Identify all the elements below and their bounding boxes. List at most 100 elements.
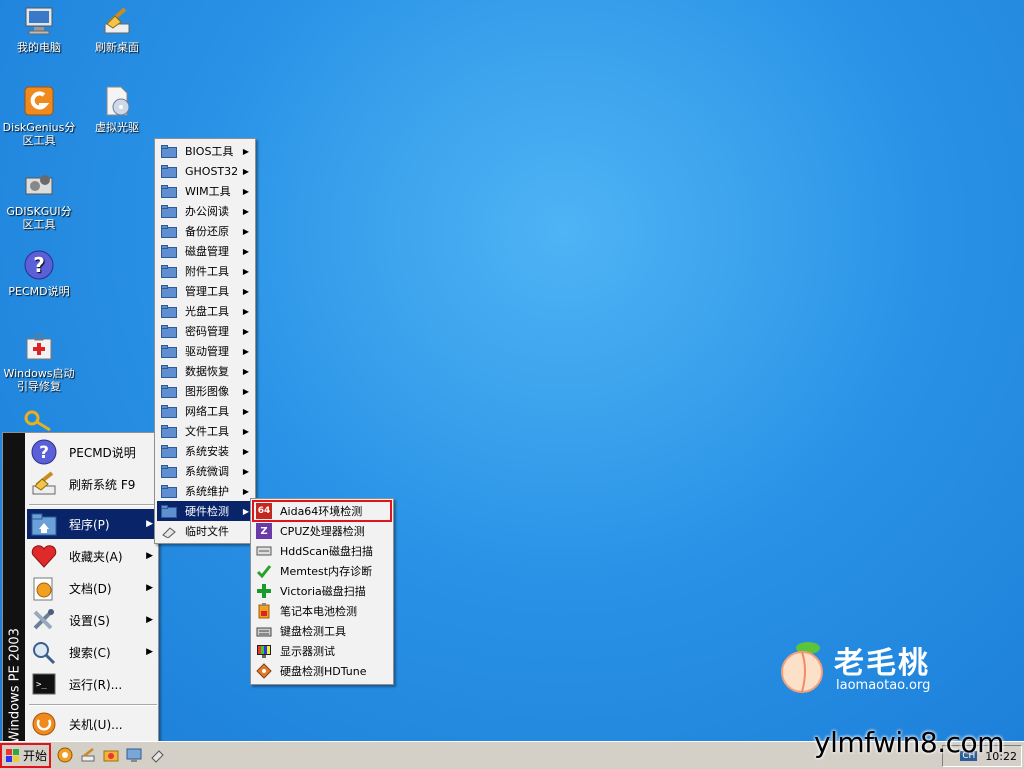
start-item-favorites[interactable]: 收藏夹(A) ▶ <box>27 541 157 571</box>
programs-item[interactable]: 图形图像 ▶ <box>157 381 253 401</box>
programs-item[interactable]: 附件工具 ▶ <box>157 261 253 281</box>
start-item-programs[interactable]: 程序(P) ▶ <box>27 509 157 539</box>
programs-item-label: GHOST32 <box>185 164 239 178</box>
programs-item[interactable]: 密码管理 ▶ <box>157 321 253 341</box>
hw-item-keyboard[interactable]: 键盘检测工具 <box>253 621 391 641</box>
programs-item[interactable]: GHOST32 ▶ <box>157 161 253 181</box>
desktop-icon-diskgenius[interactable]: DiskGenius分区工具 <box>1 84 77 147</box>
keyboard-icon <box>256 623 272 639</box>
programs-item[interactable]: 备份还原 ▶ <box>157 221 253 241</box>
brand-url: laomaotao.org <box>836 678 931 693</box>
folder-icon <box>161 204 177 218</box>
hw-item-hddscan[interactable]: HddScan磁盘扫描 <box>253 541 391 561</box>
submenu-arrow-icon: ▶ <box>242 266 249 276</box>
start-button-label: 开始 <box>23 749 48 763</box>
programs-item[interactable]: 文件工具 ▶ <box>157 421 253 441</box>
quicklaunch-eraser-icon[interactable] <box>149 747 165 763</box>
submenu-arrow-icon: ▶ <box>242 306 249 316</box>
desktop-icon-label: GDISKGUI分区工具 <box>6 205 72 231</box>
desktop-icon-boot-repair[interactable]: Windows启动引导修复 <box>1 330 77 393</box>
start-item-run[interactable]: >_ 运行(R)... <box>27 669 157 699</box>
hw-item-hdtune[interactable]: 硬盘检测HDTune <box>253 661 391 681</box>
programs-item[interactable]: BIOS工具 ▶ <box>157 141 253 161</box>
submenu-arrow-icon: ▶ <box>242 186 249 196</box>
start-item-search[interactable]: 搜索(C) ▶ <box>27 637 157 667</box>
folder-icon <box>161 404 177 418</box>
programs-item[interactable]: WIM工具 ▶ <box>157 181 253 201</box>
programs-item[interactable]: 驱动管理 ▶ <box>157 341 253 361</box>
programs-item[interactable]: 管理工具 ▶ <box>157 281 253 301</box>
broom-icon <box>100 4 134 38</box>
hw-item-aida64[interactable]: 64 Aida64环境检测 <box>252 500 392 522</box>
programs-item[interactable]: 数据恢复 ▶ <box>157 361 253 381</box>
diskgenius-icon <box>22 84 56 118</box>
hw-item-victoria[interactable]: Victoria磁盘扫描 <box>253 581 391 601</box>
hw-item-label: 笔记本电池检测 <box>280 605 357 618</box>
start-item-label: PECMD说明 <box>69 445 136 460</box>
start-item-shutdown[interactable]: 关机(U)... <box>27 709 157 739</box>
quicklaunch-folder-icon[interactable] <box>103 747 119 763</box>
watermark: ylmfwin8.com <box>814 726 1004 759</box>
start-item-refresh[interactable]: 刷新系统 F9 <box>27 469 157 499</box>
folder-icon <box>161 484 177 498</box>
heart-icon <box>29 541 59 571</box>
desktop-icon-pecmd-help[interactable]: ? PECMD说明 <box>1 248 77 298</box>
start-item-pecmd-help[interactable]: ? PECMD说明 <box>27 437 157 467</box>
programs-item-label: 数据恢复 <box>185 365 229 378</box>
programs-item-label: 系统维护 <box>185 485 229 498</box>
key-icon[interactable] <box>24 410 54 432</box>
folder-icon <box>161 284 177 298</box>
folder-icon <box>161 384 177 398</box>
folder-icon <box>161 244 177 258</box>
submenu-arrow-icon: ▶ <box>242 226 249 236</box>
start-item-settings[interactable]: 设置(S) ▶ <box>27 605 157 635</box>
programs-item-label: BIOS工具 <box>185 145 234 158</box>
programs-item[interactable]: 光盘工具 ▶ <box>157 301 253 321</box>
programs-item-label: 图形图像 <box>185 385 229 398</box>
programs-item[interactable]: 临时文件 <box>157 521 253 541</box>
quicklaunch-explorer-icon[interactable] <box>57 747 73 763</box>
desktop-icon-refresh[interactable]: 刷新桌面 <box>79 4 155 54</box>
folder-icon <box>161 144 177 158</box>
aida64-icon: 64 <box>256 503 272 519</box>
programs-item[interactable]: 硬件检测 ▶ <box>157 501 253 521</box>
start-menu: Windows PE 2003 ? PECMD说明 刷新系统 F9 程序(P) … <box>2 432 159 744</box>
hw-item-memtest[interactable]: Memtest内存诊断 <box>253 561 391 581</box>
hw-item-monitor-test[interactable]: 显示器测试 <box>253 641 391 661</box>
programs-item[interactable]: 系统安装 ▶ <box>157 441 253 461</box>
programs-submenu: BIOS工具 ▶ GHOST32 ▶ WIM工具 ▶ 办公阅读 ▶ 备份还原 ▶ 磁盘管理 ▶ 附件工具… <box>154 138 256 544</box>
hardware-submenu: 64 Aida64环境检测 Z CPUZ处理器检测 HddScan磁盘扫描 Me… <box>250 498 394 685</box>
desktop-icon-my-computer[interactable]: 我的电脑 <box>1 4 77 54</box>
monitor-test-icon <box>256 643 272 659</box>
start-button[interactable]: 开始 <box>0 743 51 768</box>
brand-name: 老毛桃 <box>834 646 930 681</box>
submenu-arrow-icon: ▶ <box>146 519 153 529</box>
brand-logo: 老毛桃 laomaotao.org <box>778 636 958 696</box>
folder-icon <box>161 504 177 518</box>
help-icon: ? <box>22 248 56 282</box>
programs-item[interactable]: 系统维护 ▶ <box>157 481 253 501</box>
desktop-icon-virtual-drive[interactable]: 虚拟光驱 <box>79 84 155 134</box>
search-icon <box>29 637 59 667</box>
computer-icon <box>22 4 56 38</box>
shortcut-icon <box>161 525 177 539</box>
folder-icon <box>161 184 177 198</box>
quicklaunch-display-icon[interactable] <box>126 747 142 763</box>
run-icon: >_ <box>29 669 59 699</box>
hw-item-battery[interactable]: 笔记本电池检测 <box>253 601 391 621</box>
programs-item[interactable]: 网络工具 ▶ <box>157 401 253 421</box>
first-aid-kit-icon <box>22 330 56 364</box>
submenu-arrow-icon: ▶ <box>242 286 249 296</box>
windows-logo-icon <box>6 748 20 763</box>
programs-item-label: 磁盘管理 <box>185 245 229 258</box>
programs-item[interactable]: 磁盘管理 ▶ <box>157 241 253 261</box>
memtest-icon <box>256 563 272 579</box>
programs-item[interactable]: 系统微调 ▶ <box>157 461 253 481</box>
document-icon <box>29 573 59 603</box>
start-item-documents[interactable]: 文档(D) ▶ <box>27 573 157 603</box>
hw-item-cpuz[interactable]: Z CPUZ处理器检测 <box>253 521 391 541</box>
programs-item[interactable]: 办公阅读 ▶ <box>157 201 253 221</box>
desktop-icon-gdiskgui[interactable]: GDISKGUI分区工具 <box>1 168 77 231</box>
quicklaunch-refresh-icon[interactable] <box>80 747 96 763</box>
hw-item-label: Aida64环境检测 <box>280 505 363 518</box>
